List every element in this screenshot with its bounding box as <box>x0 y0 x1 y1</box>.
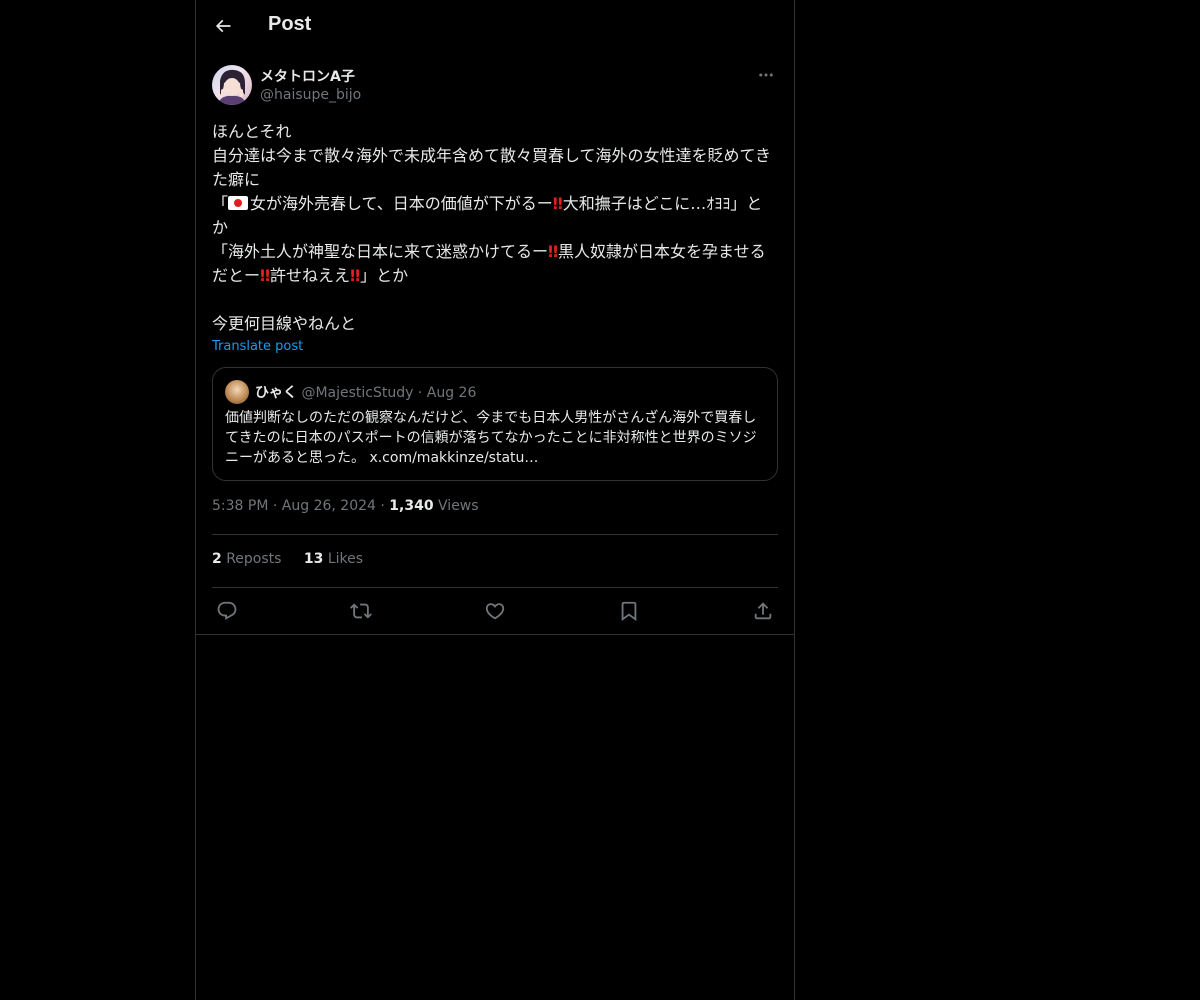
engagement-stats: 2 Reposts 13 Likes <box>212 551 381 567</box>
double-exclamation-icon: ‼ <box>260 266 270 285</box>
reposts-count: 2 <box>212 551 222 567</box>
double-exclamation-icon: ‼ <box>350 266 360 285</box>
main-column: Post メタトロンA子 @haisupe_bijo ほんとそれ自分達は今まで散… <box>195 0 795 1000</box>
bookmark-icon <box>621 601 637 622</box>
post-text: ほんとそれ自分達は今まで散々海外で未成年含めて散々買春して海外の女性達を貶めてき… <box>212 120 778 336</box>
post-actions <box>212 596 778 626</box>
post-line: ほんとそれ <box>212 122 292 141</box>
japan-flag-icon <box>228 196 249 210</box>
reposts-label: Reposts <box>226 551 282 567</box>
repost-button[interactable] <box>346 596 376 626</box>
author-display-name[interactable]: メタトロンA子 <box>260 66 355 86</box>
page-title: Post <box>268 13 312 35</box>
reposts-stat[interactable]: 2 Reposts <box>212 551 281 567</box>
post-line-fragment: 「海外土人が神聖な日本に来て迷惑かけてるー <box>212 242 549 261</box>
more-horizontal-icon <box>759 73 773 77</box>
author-avatar[interactable] <box>212 65 252 105</box>
double-exclamation-icon: ‼ <box>548 242 558 261</box>
separator-dot: · <box>417 385 423 401</box>
separator-dot: · <box>272 498 278 514</box>
post-line-fragment: 「 <box>212 194 229 213</box>
page-header: Post <box>196 0 794 53</box>
translate-post-link[interactable]: Translate post <box>212 339 303 354</box>
post-line: 今更何目線やねんと <box>212 314 357 333</box>
likes-count: 13 <box>303 551 324 567</box>
quoted-author-meta: ひゃく @MajesticStudy · Aug 26 <box>255 382 476 402</box>
views-label: Views <box>438 498 479 514</box>
more-options-button[interactable] <box>754 65 778 85</box>
quoted-post-text: 価値判断なしのただの観察なんだけど、今までも日本人男性がさんざん海外で買春してき… <box>225 410 757 466</box>
back-button[interactable] <box>208 11 238 41</box>
views-count: 1,340 <box>389 498 434 514</box>
bookmark-button[interactable] <box>614 596 644 626</box>
double-exclamation-icon: ‼ <box>552 194 563 213</box>
post-line: 「女が海外売春して、日本の価値が下がるー‼ 大和撫子はどこに…ｵﾖﾖ」とか <box>212 192 778 240</box>
post-line-fragment: 女が海外売春して、日本の価値が下がるー <box>250 194 553 213</box>
repost-icon <box>350 603 372 619</box>
post-line-fragment: 許せねええ <box>270 266 351 285</box>
author-handle[interactable]: @haisupe_bijo <box>260 87 361 103</box>
post-time[interactable]: 5:38 PM <box>212 498 268 514</box>
likes-stat[interactable]: 13 Likes <box>304 551 363 567</box>
post-timestamp: 5:38 PM · Aug 26, 2024 · 1,340 Views <box>212 498 479 514</box>
quoted-author-avatar <box>225 380 249 404</box>
post-line: 「海外土人が神聖な日本に来て迷惑かけてるー‼ 黒人奴隷が日本女を孕ませるだとー‼ 許… <box>212 240 778 288</box>
post-line-fragment: 」とか <box>360 266 409 285</box>
share-icon <box>754 602 772 620</box>
post-line: 自分達は今まで散々海外で未成年含めて散々買春して海外の女性達を貶めてきた癖に <box>212 146 772 189</box>
divider <box>212 587 778 588</box>
quoted-author-handle: @MajesticStudy <box>301 385 414 401</box>
quoted-post[interactable]: ひゃく @MajesticStudy · Aug 26 価値判断なしのただの観察… <box>212 367 778 481</box>
post-author: メタトロンA子 @haisupe_bijo <box>212 65 778 107</box>
user-avatar-image <box>218 69 246 105</box>
quoted-author-name: ひゃく <box>255 385 297 401</box>
like-button[interactable] <box>480 596 510 626</box>
like-icon <box>485 603 505 620</box>
arrow-left-icon <box>215 19 231 33</box>
post-line-blank <box>212 288 778 312</box>
divider <box>212 534 778 535</box>
post-bottom-border <box>196 634 794 635</box>
share-button[interactable] <box>748 596 778 626</box>
reply-button[interactable] <box>212 596 242 626</box>
post-date[interactable]: Aug 26, 2024 <box>282 498 376 514</box>
separator-dot: · <box>380 498 385 514</box>
likes-label: Likes <box>327 551 364 567</box>
quoted-post-date: Aug 26 <box>426 385 477 401</box>
reply-icon <box>217 601 237 620</box>
